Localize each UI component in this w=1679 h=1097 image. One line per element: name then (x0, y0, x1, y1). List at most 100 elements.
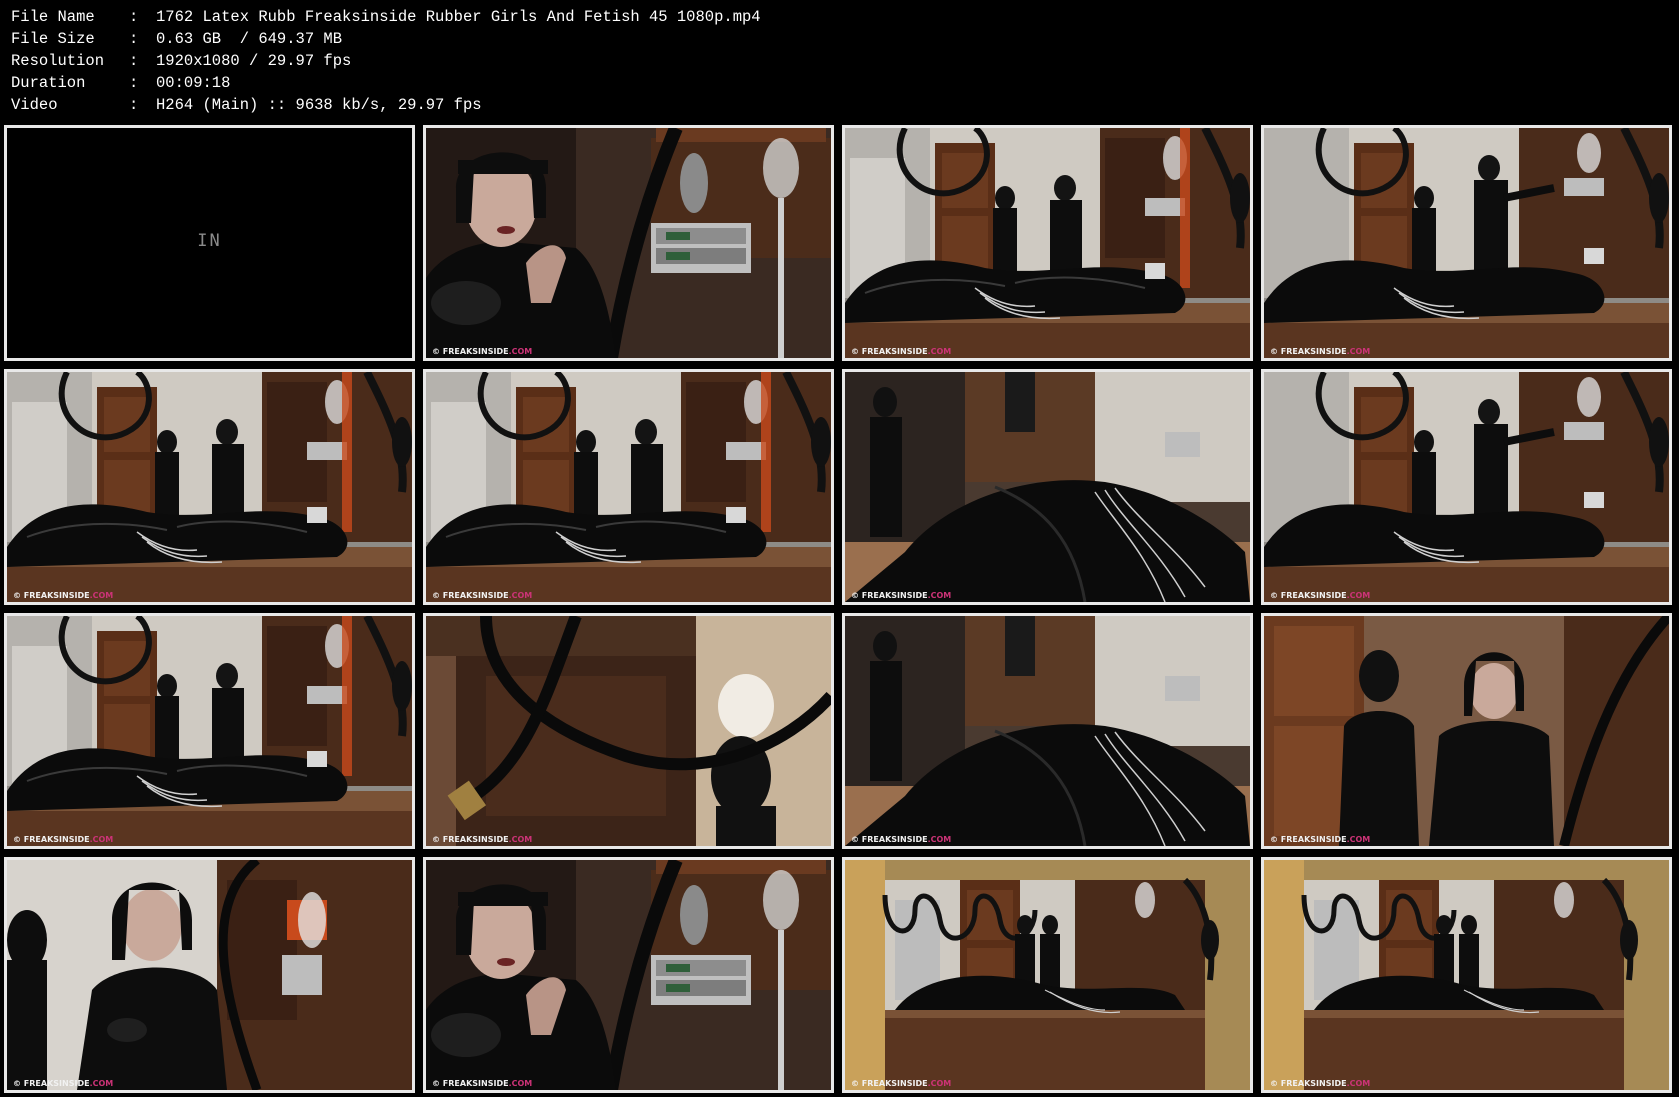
scene-woman-closeup-left (7, 860, 412, 1090)
scene-room-wide-bag (7, 616, 412, 846)
info-value-duration: 00:09:18 (156, 74, 231, 92)
watermark-suffix: .COM (508, 1079, 533, 1088)
scene-room-angle-bag (845, 372, 1250, 602)
thumbnail-13: © FREAKSINSIDE.COM (4, 857, 415, 1093)
watermark-suffix: .COM (1346, 591, 1371, 600)
watermark: © FREAKSINSIDE.COM (432, 591, 532, 600)
scene-hose-closeup (426, 616, 831, 846)
thumbnail-4: © FREAKSINSIDE.COM (1261, 125, 1672, 361)
thumbnail-16: © FREAKSINSIDE.COM (1261, 857, 1672, 1093)
watermark-prefix: © (851, 835, 862, 844)
watermark-brand: FREAKSINSIDE (861, 1079, 928, 1088)
watermark-suffix: .COM (927, 591, 952, 600)
scene-room-wide-bag-right (1264, 372, 1669, 602)
watermark-brand: FREAKSINSIDE (1280, 591, 1347, 600)
scene-room-angle-bag (845, 616, 1250, 846)
watermark: © FREAKSINSIDE.COM (13, 591, 113, 600)
watermark-brand: FREAKSINSIDE (861, 347, 928, 356)
scene-room-far-wide (845, 860, 1250, 1090)
watermark: © FREAKSINSIDE.COM (432, 835, 532, 844)
watermark-brand: FREAKSINSIDE (1280, 1079, 1347, 1088)
thumbnail-15: © FREAKSINSIDE.COM (842, 857, 1253, 1093)
watermark-prefix: © (1270, 591, 1281, 600)
watermark-suffix: .COM (89, 1079, 114, 1088)
info-separator: : (129, 8, 139, 26)
info-separator: : (129, 52, 139, 70)
watermark: © FREAKSINSIDE.COM (851, 347, 951, 356)
intro-label: IN (197, 231, 222, 251)
watermark-brand: FREAKSINSIDE (23, 591, 90, 600)
watermark-brand: FREAKSINSIDE (442, 1079, 509, 1088)
watermark-brand: FREAKSINSIDE (23, 1079, 90, 1088)
watermark-suffix: .COM (1346, 347, 1371, 356)
scene-closeup-woman-pump (426, 860, 831, 1090)
watermark-brand: FREAKSINSIDE (442, 591, 509, 600)
watermark-suffix: .COM (927, 835, 952, 844)
info-separator: : (129, 74, 139, 92)
watermark-brand: FREAKSINSIDE (1280, 347, 1347, 356)
watermark-prefix: © (432, 591, 443, 600)
info-key: File Name (11, 8, 95, 26)
watermark-suffix: .COM (927, 1079, 952, 1088)
watermark-prefix: © (13, 1079, 24, 1088)
info-key: Video (11, 96, 58, 114)
thumbnail-3: © FREAKSINSIDE.COM (842, 125, 1253, 361)
watermark-prefix: © (851, 591, 862, 600)
scene-room-wide-bag-right (1264, 128, 1669, 358)
watermark-suffix: .COM (927, 347, 952, 356)
watermark-brand: FREAKSINSIDE (1280, 835, 1347, 844)
watermark-prefix: © (432, 835, 443, 844)
watermark-brand: FREAKSINSIDE (861, 835, 928, 844)
thumbnail-5: © FREAKSINSIDE.COM (4, 369, 415, 605)
scene-room-wide-bag (7, 372, 412, 602)
watermark-suffix: .COM (508, 347, 533, 356)
file-info-header: File Name:1762 Latex Rubb Freaksinside R… (11, 6, 1661, 118)
watermark: © FREAKSINSIDE.COM (851, 835, 951, 844)
scene-two-figures-medium (1264, 616, 1669, 846)
watermark: © FREAKSINSIDE.COM (432, 1079, 532, 1088)
watermark-prefix: © (1270, 1079, 1281, 1088)
info-key: File Size (11, 30, 95, 48)
thumbnail-grid: IN © FREAKSINSIDE.COM © FREAKSINSIDE.COM… (4, 125, 1675, 1093)
thumbnail-8: © FREAKSINSIDE.COM (1261, 369, 1672, 605)
watermark: © FREAKSINSIDE.COM (1270, 347, 1370, 356)
thumbnail-10: © FREAKSINSIDE.COM (423, 613, 834, 849)
info-row-video: Video: H264 (Main) :: 9638 kb/s, 29.97 fp… (11, 94, 1661, 116)
info-value-video: H264 (Main) :: 9638 kb/s, 29.97 fps (156, 96, 482, 114)
watermark-prefix: © (432, 1079, 443, 1088)
info-key: Duration (11, 74, 86, 92)
thumbnail-9: © FREAKSINSIDE.COM (4, 613, 415, 849)
scene-room-wide-bag (426, 372, 831, 602)
thumbnail-14: © FREAKSINSIDE.COM (423, 857, 834, 1093)
watermark: © FREAKSINSIDE.COM (13, 1079, 113, 1088)
watermark: © FREAKSINSIDE.COM (1270, 835, 1370, 844)
info-row-file-size: File Size:0.63 GB / 649.37 MB (11, 28, 1661, 50)
watermark: © FREAKSINSIDE.COM (851, 591, 951, 600)
watermark: © FREAKSINSIDE.COM (851, 1079, 951, 1088)
watermark-suffix: .COM (1346, 1079, 1371, 1088)
watermark: © FREAKSINSIDE.COM (1270, 1079, 1370, 1088)
watermark-prefix: © (851, 347, 862, 356)
watermark-prefix: © (13, 835, 24, 844)
watermark: © FREAKSINSIDE.COM (1270, 591, 1370, 600)
thumbnail-7: © FREAKSINSIDE.COM (842, 369, 1253, 605)
info-value-file-size: 0.63 GB / 649.37 MB (156, 30, 343, 48)
info-value-file-name: 1762 Latex Rubb Freaksinside Rubber Girl… (156, 8, 761, 26)
thumbnail-12: © FREAKSINSIDE.COM (1261, 613, 1672, 849)
watermark: © FREAKSINSIDE.COM (432, 347, 532, 356)
thumbnail-1: IN (4, 125, 415, 361)
watermark-prefix: © (1270, 347, 1281, 356)
info-separator: : (129, 96, 139, 114)
watermark-brand: FREAKSINSIDE (861, 591, 928, 600)
info-key: Resolution (11, 52, 105, 70)
watermark-brand: FREAKSINSIDE (442, 835, 509, 844)
scene-room-far-wide (1264, 860, 1669, 1090)
scene-closeup-woman-pump (426, 128, 831, 358)
watermark-prefix: © (1270, 835, 1281, 844)
watermark-suffix: .COM (1346, 835, 1371, 844)
thumbnail-2: © FREAKSINSIDE.COM (423, 125, 834, 361)
info-value-resolution: 1920x1080 / 29.97 fps (156, 52, 352, 70)
watermark-prefix: © (851, 1079, 862, 1088)
thumbnail-6: © FREAKSINSIDE.COM (423, 369, 834, 605)
watermark-suffix: .COM (508, 835, 533, 844)
